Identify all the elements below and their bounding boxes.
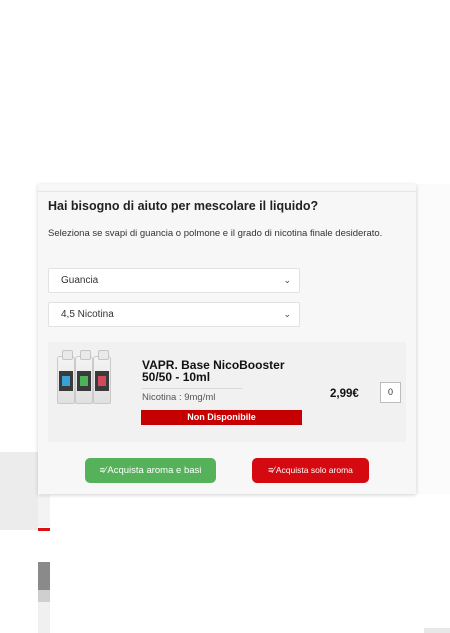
vape-style-value: Guancia — [61, 275, 99, 286]
bottle-graphic — [93, 350, 111, 404]
buy-aroma-only-button[interactable]: ≡⁄Acquista solo aroma — [252, 458, 369, 483]
buy-aroma-and-bases-button[interactable]: ≡⁄Acquista aroma e basi — [85, 458, 216, 483]
nicotine-level-value: 4,5 Nicotina — [61, 309, 114, 320]
background-accent-line — [38, 528, 50, 531]
vape-style-select[interactable]: Guancia ⌄ — [48, 268, 300, 293]
background-block — [424, 628, 450, 633]
quantity-input[interactable]: 0 — [380, 382, 401, 403]
chevron-down-icon: ⌄ — [283, 275, 291, 285]
panel-description: Seleziona se svapi di guancia o polmone … — [48, 228, 383, 239]
bottle-graphic — [75, 350, 93, 404]
buy-aroma-only-label: Acquista solo aroma — [275, 465, 353, 475]
background-block — [38, 590, 50, 602]
product-image[interactable] — [54, 348, 114, 406]
background-block — [0, 452, 38, 530]
background-block — [416, 184, 450, 494]
background-block — [38, 602, 50, 633]
product-price: 2,99€ — [330, 388, 359, 400]
cart-icon: ≡⁄ — [268, 465, 275, 475]
product-nicotine: Nicotina : 9mg/ml — [142, 392, 216, 403]
mix-helper-panel: Hai bisogno di aiuto per mescolare il li… — [38, 184, 416, 494]
buy-aroma-and-bases-label: Acquista aroma e basi — [107, 465, 202, 476]
divider — [38, 191, 416, 192]
divider — [142, 388, 242, 389]
background-block — [38, 495, 50, 527]
status-badge: Non Disponibile — [141, 410, 302, 425]
cart-icon: ≡⁄ — [99, 465, 107, 475]
bottle-graphic — [57, 350, 75, 404]
product-name[interactable]: VAPR. Base NicoBooster 50/50 - 10ml — [142, 359, 312, 383]
chevron-down-icon: ⌄ — [283, 309, 291, 319]
product-card: VAPR. Base NicoBooster 50/50 - 10ml Nico… — [48, 342, 406, 442]
background-block — [38, 562, 50, 590]
panel-title: Hai bisogno di aiuto per mescolare il li… — [48, 199, 319, 213]
nicotine-level-select[interactable]: 4,5 Nicotina ⌄ — [48, 302, 300, 327]
